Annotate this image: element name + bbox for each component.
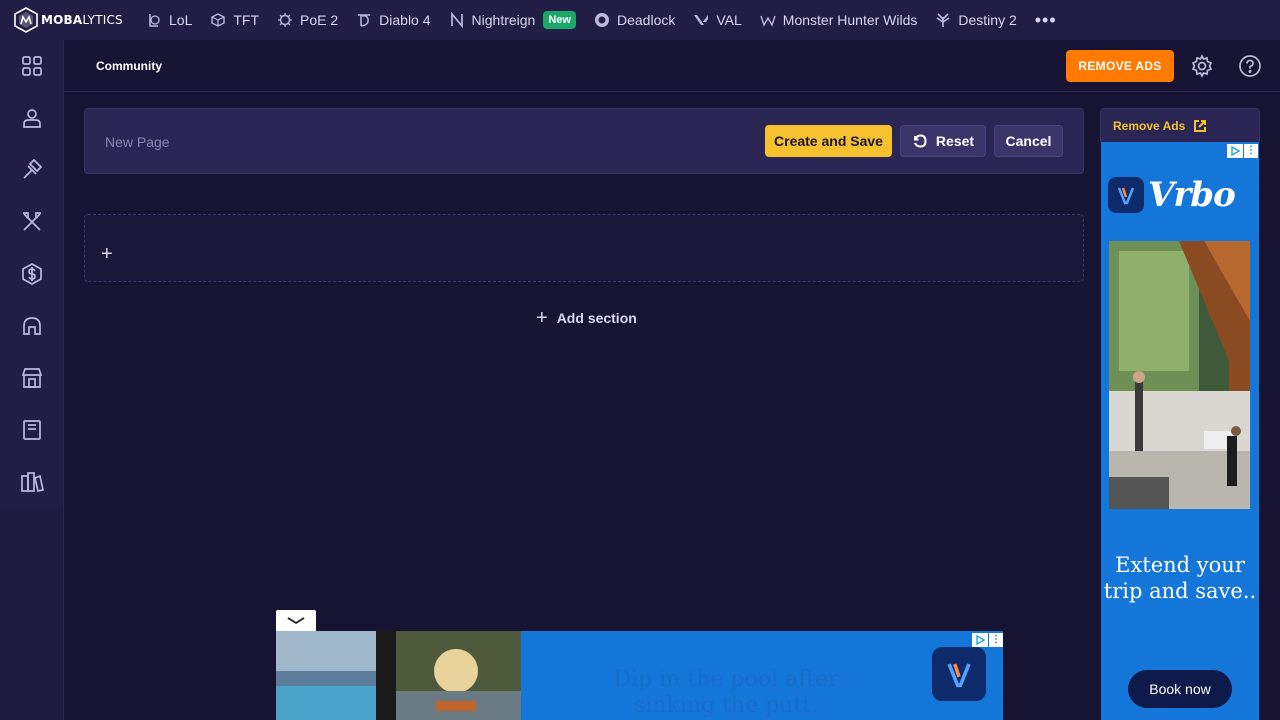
side-nav-divider <box>63 40 64 720</box>
valorant-icon <box>693 12 709 28</box>
nav-game-nightreign[interactable]: Nightreign New <box>449 0 588 40</box>
page-editor-bar: Create and Save Reset Cancel <box>84 108 1084 174</box>
adchoices[interactable]: ⋮ <box>1227 144 1258 158</box>
vrbo-mark-icon <box>1108 177 1144 213</box>
ad-menu-icon: ⋮ <box>1244 144 1258 158</box>
vrbo-mark-icon <box>932 647 986 701</box>
ad-headline: Extend your trip and save.. <box>1103 553 1257 603</box>
nav-game-deadlock[interactable]: Deadlock <box>594 0 687 40</box>
nav-game-diablo4[interactable]: Diablo 4 <box>356 0 442 40</box>
nav-game-label: Deadlock <box>616 12 676 28</box>
collapse-ad-button[interactable] <box>276 610 316 631</box>
monster-hunter-icon <box>760 12 776 28</box>
profile-icon[interactable] <box>0 92 64 144</box>
plus-icon: + <box>536 307 548 329</box>
coin-icon[interactable] <box>0 248 64 300</box>
remove-ads-link[interactable]: Remove Ads <box>1113 119 1185 133</box>
external-link-icon <box>1194 119 1207 132</box>
gear-icon[interactable] <box>1190 54 1214 78</box>
nav-game-poe2[interactable]: PoE 2 <box>277 0 350 40</box>
nav-game-monster-hunter-wilds[interactable]: Monster Hunter Wilds <box>760 0 930 40</box>
bottom-ad-text: Dip in the pool after sinking the putt. <box>613 667 839 718</box>
more-icon[interactable]: ••• <box>1035 10 1057 31</box>
reset-icon <box>913 134 927 148</box>
side-ad-header[interactable]: Remove Ads <box>1100 108 1260 142</box>
help-icon[interactable] <box>1238 54 1262 78</box>
diablo-icon <box>356 12 372 28</box>
add-section-button[interactable]: + Add section <box>536 308 637 328</box>
library-icon[interactable] <box>0 456 64 508</box>
adchoices-icon <box>972 633 988 647</box>
brand-name: MOBALYTICS <box>41 13 123 27</box>
new-badge: New <box>543 11 576 29</box>
nightreign-icon <box>449 12 465 28</box>
poe-icon <box>277 12 293 28</box>
vrbo-logo: Vrbo <box>1108 175 1236 215</box>
swords-icon[interactable] <box>0 196 64 248</box>
apps-grid-icon[interactable] <box>0 40 64 92</box>
reset-label: Reset <box>935 133 975 149</box>
adchoices[interactable]: ⋮ <box>972 633 1003 647</box>
book-now-button[interactable]: Book now <box>1128 670 1232 708</box>
nav-game-label: Destiny 2 <box>958 12 1017 28</box>
nav-game-destiny2[interactable]: Destiny 2 <box>935 0 1028 40</box>
adchoices-icon <box>1227 144 1243 158</box>
ad-menu-icon: ⋮ <box>989 633 1003 647</box>
helmet-icon[interactable] <box>0 300 64 352</box>
page-header: Community REMOVE ADS <box>64 40 1280 92</box>
nav-game-label: VAL <box>716 12 742 28</box>
add-block-icon[interactable]: + <box>101 244 117 264</box>
bottom-ad-photo <box>276 631 521 720</box>
mobalytics-logo-icon <box>14 7 38 33</box>
ad-photo <box>1109 241 1250 509</box>
add-section-label: Add section <box>556 310 637 326</box>
empty-section: + <box>84 214 1084 282</box>
breadcrumb-community[interactable]: Community <box>96 59 162 73</box>
page-title-input[interactable] <box>105 131 605 153</box>
lol-icon <box>146 12 162 28</box>
top-nav: MOBALYTICS LoL TFT PoE 2 Diablo 4 Nightr… <box>0 0 1280 40</box>
mobalytics-logo[interactable]: MOBALYTICS <box>0 0 140 40</box>
nav-game-tft[interactable]: TFT <box>210 0 271 40</box>
vrbo-wordmark: Vrbo <box>1148 175 1236 215</box>
nav-game-label: Diablo 4 <box>379 12 431 28</box>
nav-game-label: TFT <box>233 12 260 28</box>
bottom-ad-banner[interactable]: Dip in the pool after sinking the putt. … <box>276 631 1003 720</box>
nav-game-label: Monster Hunter Wilds <box>782 12 918 28</box>
nav-game-label: LoL <box>169 12 193 28</box>
nav-game-label: Nightreign <box>471 12 536 28</box>
nav-game-lol[interactable]: LoL <box>146 0 204 40</box>
chevron-down-icon <box>287 616 305 624</box>
create-and-save-button[interactable]: Create and Save <box>765 125 892 157</box>
nav-game-val[interactable]: VAL <box>693 0 753 40</box>
remove-ads-button[interactable]: REMOVE ADS <box>1066 50 1174 82</box>
side-ad-banner[interactable]: ⋮ Vrbo Extend your trip and save.. Book … <box>1101 142 1259 720</box>
tft-icon <box>210 12 226 28</box>
deadlock-icon <box>594 12 610 28</box>
reset-button[interactable]: Reset <box>900 125 986 157</box>
book-icon[interactable] <box>0 404 64 456</box>
destiny-icon <box>935 12 951 28</box>
hammer-icon[interactable] <box>0 144 64 196</box>
store-icon[interactable] <box>0 352 64 404</box>
nav-game-label: PoE 2 <box>300 12 339 28</box>
cancel-button[interactable]: Cancel <box>994 125 1063 157</box>
side-nav <box>0 40 64 720</box>
